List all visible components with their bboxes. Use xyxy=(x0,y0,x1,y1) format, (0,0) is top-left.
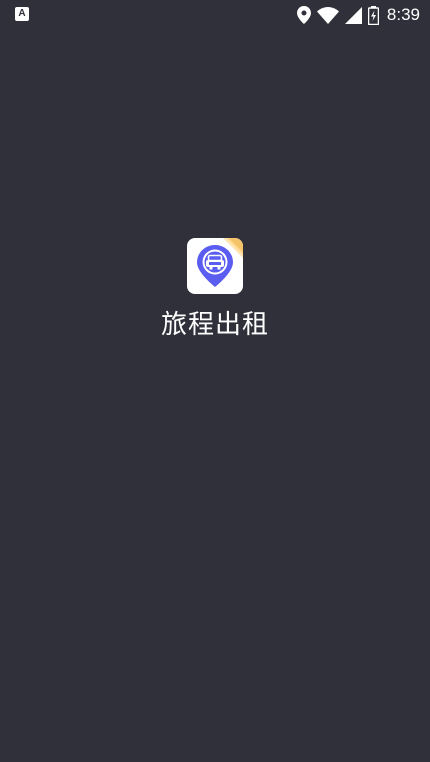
splash-content: 旅程出租 xyxy=(0,238,430,341)
taxi-location-pin-icon xyxy=(197,238,243,287)
battery-icon xyxy=(367,5,379,25)
status-time: 8:39 xyxy=(386,5,420,24)
app-name: 旅程出租 xyxy=(160,310,269,340)
signal-icon xyxy=(344,6,362,24)
notification-a-icon: A xyxy=(15,7,29,21)
status-icons: 8:39 xyxy=(296,4,420,26)
notification-icon-letter: A xyxy=(18,8,26,19)
app-logo xyxy=(187,238,243,294)
status-bar: A 8:39 xyxy=(0,0,430,30)
splash-screen: A 8:39 旅程出租 xyxy=(0,0,430,762)
wifi-icon xyxy=(316,6,339,24)
location-icon xyxy=(296,6,311,24)
